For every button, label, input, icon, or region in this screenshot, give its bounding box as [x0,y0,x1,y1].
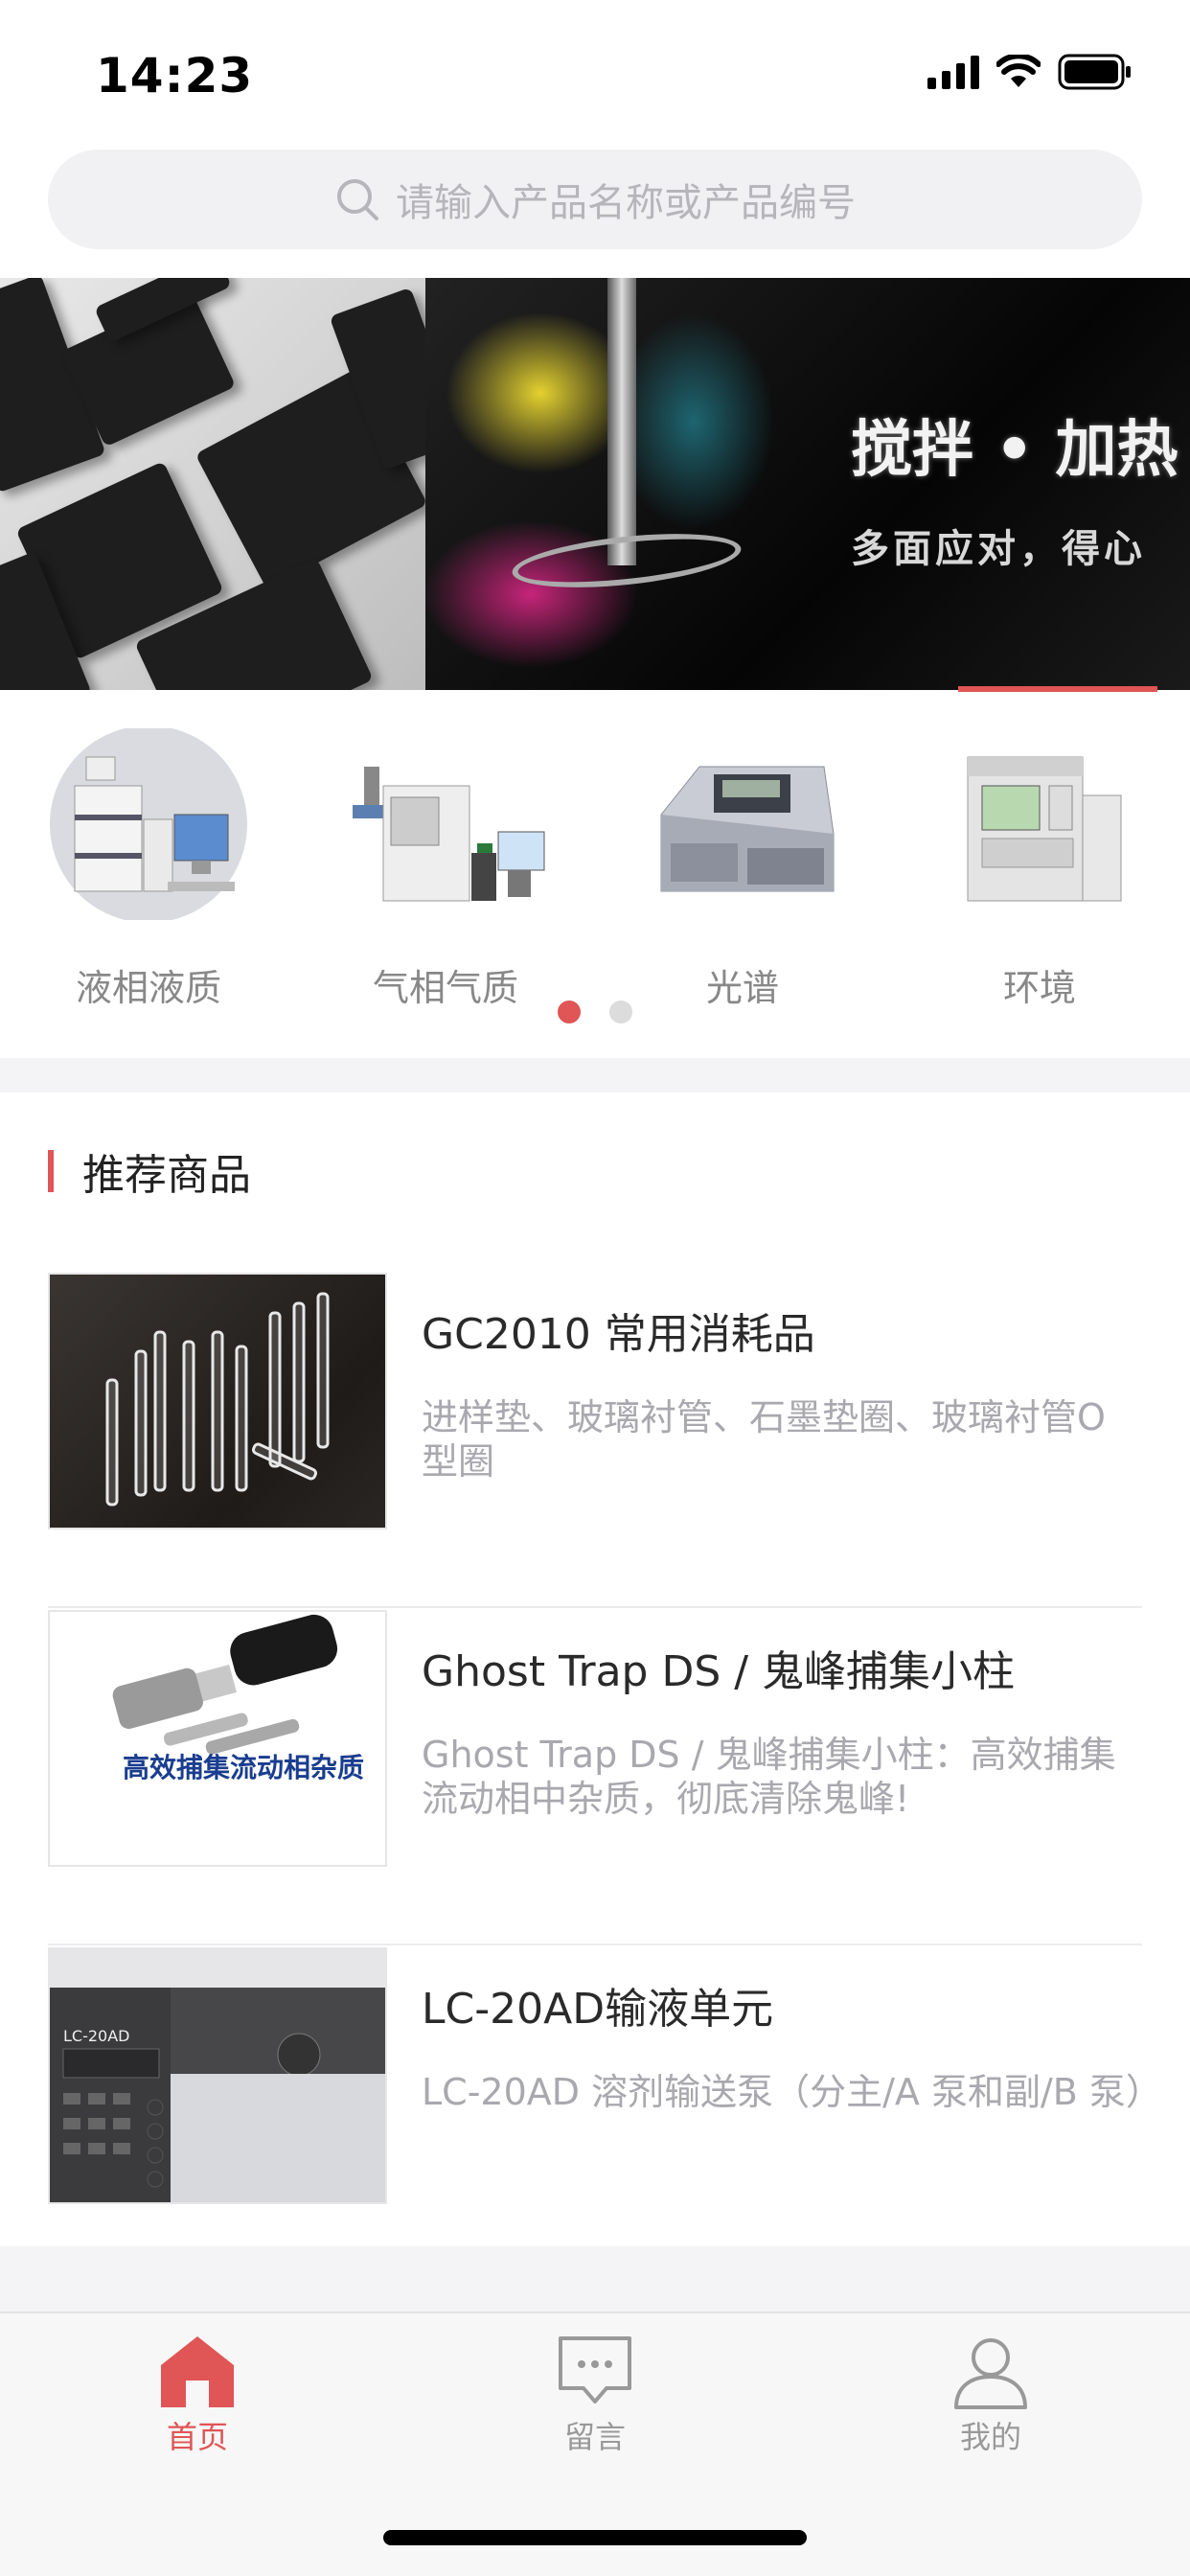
user-icon [954,2338,1027,2409]
product-item[interactable]: GC2010 常用消耗品 进样垫、玻璃衬管、石墨垫圈、玻璃衬管O 型圈 [48,1273,1142,1608]
category-gc[interactable]: 气相气质 [331,728,561,1011]
home-indicator [383,2530,807,2545]
product-item[interactable]: LC-20AD LC-20AD输液单元 LC-20AD 溶剂输送泵（分主/A 泵… [48,1947,1162,2283]
banner-carousel[interactable]: 搅拌 • 加热 多面应对，得心 [0,278,1190,690]
tab-label: 首页 [166,2419,228,2455]
tab-profile[interactable]: 我的 [876,2333,1106,2457]
product-thumbnail: 高效捕集流动相杂质 [48,1610,387,1867]
product-thumb-caption: LC-20AD [63,2027,129,2045]
section-title: 推荐商品 [82,1151,251,1200]
home-icon [161,2336,234,2407]
spectrometer-image [642,728,843,920]
category-pager [558,1000,632,1024]
status-bar: 14:23 [0,0,1190,144]
lc-instrument-image [48,725,249,923]
category-label: 光谱 [705,967,779,1009]
banner-indicator [958,686,1157,692]
search-placeholder: 请输入产品名称或产品编号 [396,181,856,225]
product-thumbnail: LC-20AD [48,1947,387,2204]
banner-title: 搅拌 • 加热 [851,415,1179,486]
battery-icon [1058,54,1131,90]
category-label: 环境 [1002,967,1076,1009]
product-title: LC-20AD输液单元 [422,1985,774,2034]
cellular-signal-icon [927,55,979,89]
category-label: 液相液质 [75,967,221,1009]
search-input[interactable]: 请输入产品名称或产品编号 [48,150,1142,249]
product-description: LC-20AD 溶剂输送泵（分主/A 泵和副/B 泵） [422,2071,1162,2113]
pager-dot-active[interactable] [558,1000,581,1024]
content-footer-gap [0,2246,1190,2312]
product-title: GC2010 常用消耗品 [422,1310,815,1359]
analyzer-image [939,728,1140,920]
message-icon [559,2336,631,2404]
product-description: 进样垫、玻璃衬管、石墨垫圈、玻璃衬管O 型圈 [422,1396,1106,1483]
tab-label: 留言 [563,2419,626,2455]
product-description: Ghost Trap DS / 鬼峰捕集小柱：高效捕集流动相中杂质，彻底清除鬼峰… [422,1734,1116,1820]
tab-label: 我的 [959,2419,1021,2455]
category-spectrum[interactable]: 光谱 [628,728,858,1011]
banner-image-stirrer: 搅拌 • 加热 多面应对，得心 [425,278,1190,690]
section-divider [0,1058,1190,1092]
status-icons [927,54,1133,90]
product-title: Ghost Trap DS / 鬼峰捕集小柱 [422,1647,1016,1696]
category-environment[interactable]: 环境 [925,728,1155,1011]
product-thumb-caption: 高效捕集流动相杂质 [123,1752,364,1783]
banner-image-products [0,278,425,690]
section-accent-bar [48,1150,54,1192]
product-thumbnail [48,1273,387,1530]
recommend-header: 推荐商品 [48,1140,251,1202]
gc-instrument-image [345,728,546,920]
tab-home[interactable]: 首页 [82,2333,312,2457]
banner-subtitle: 多面应对，得心 [851,527,1146,571]
product-item[interactable]: 高效捕集流动相杂质 Ghost Trap DS / 鬼峰捕集小柱 Ghost T… [48,1610,1142,1945]
category-label: 气相气质 [372,967,518,1009]
search-icon [337,179,378,220]
wifi-icon [996,55,1041,87]
status-time: 14:23 [96,48,254,104]
category-lc[interactable]: 液相液质 [34,725,263,1011]
tab-message[interactable]: 留言 [480,2333,710,2457]
pager-dot[interactable] [609,1000,632,1024]
